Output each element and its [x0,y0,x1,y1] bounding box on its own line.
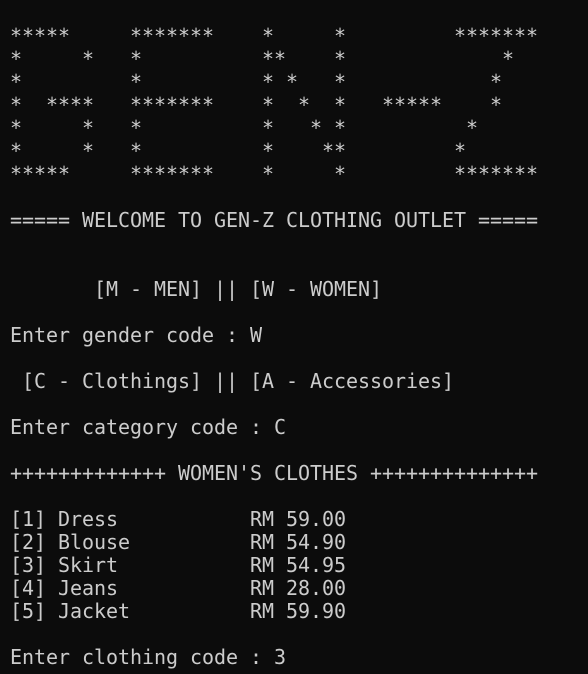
banner-line: ***** ******* * * ******* [10,163,539,186]
clothing-prompt: Enter clothing code : 3 [10,646,287,669]
banner-line: * * * * * * * [10,117,479,140]
banner-line: * **** ******* * * * ***** * [10,94,503,117]
clothing-item: [3] Skirt RM 54.95 [10,554,347,577]
section-title: +++++++++++++ WOMEN'S CLOTHES ++++++++++… [10,462,539,485]
clothing-item: [1] Dress RM 59.00 [10,508,347,531]
clothing-item: [5] Jacket RM 59.90 [10,600,347,623]
category-prompt: Enter category code : C [10,416,287,439]
banner-line: * * * * ** * [10,140,467,163]
category-menu: [C - Clothings] || [A - Accessories] [10,370,455,393]
banner-line: ***** ******* * * ******* [10,25,539,48]
clothing-item: [4] Jeans RM 28.00 [10,577,347,600]
gender-menu: [M - MEN] || [W - WOMEN] [10,278,383,301]
clothing-item: [2] Blouse RM 54.90 [10,531,347,554]
banner-line: * * * * * * [10,71,503,94]
banner-line: * * * ** * * [10,48,515,71]
gender-prompt: Enter gender code : W [10,324,263,347]
console-output: ***** ******* * * ******* * * * ** * * *… [10,25,580,669]
welcome-heading: ===== WELCOME TO GEN-Z CLOTHING OUTLET =… [10,209,539,232]
